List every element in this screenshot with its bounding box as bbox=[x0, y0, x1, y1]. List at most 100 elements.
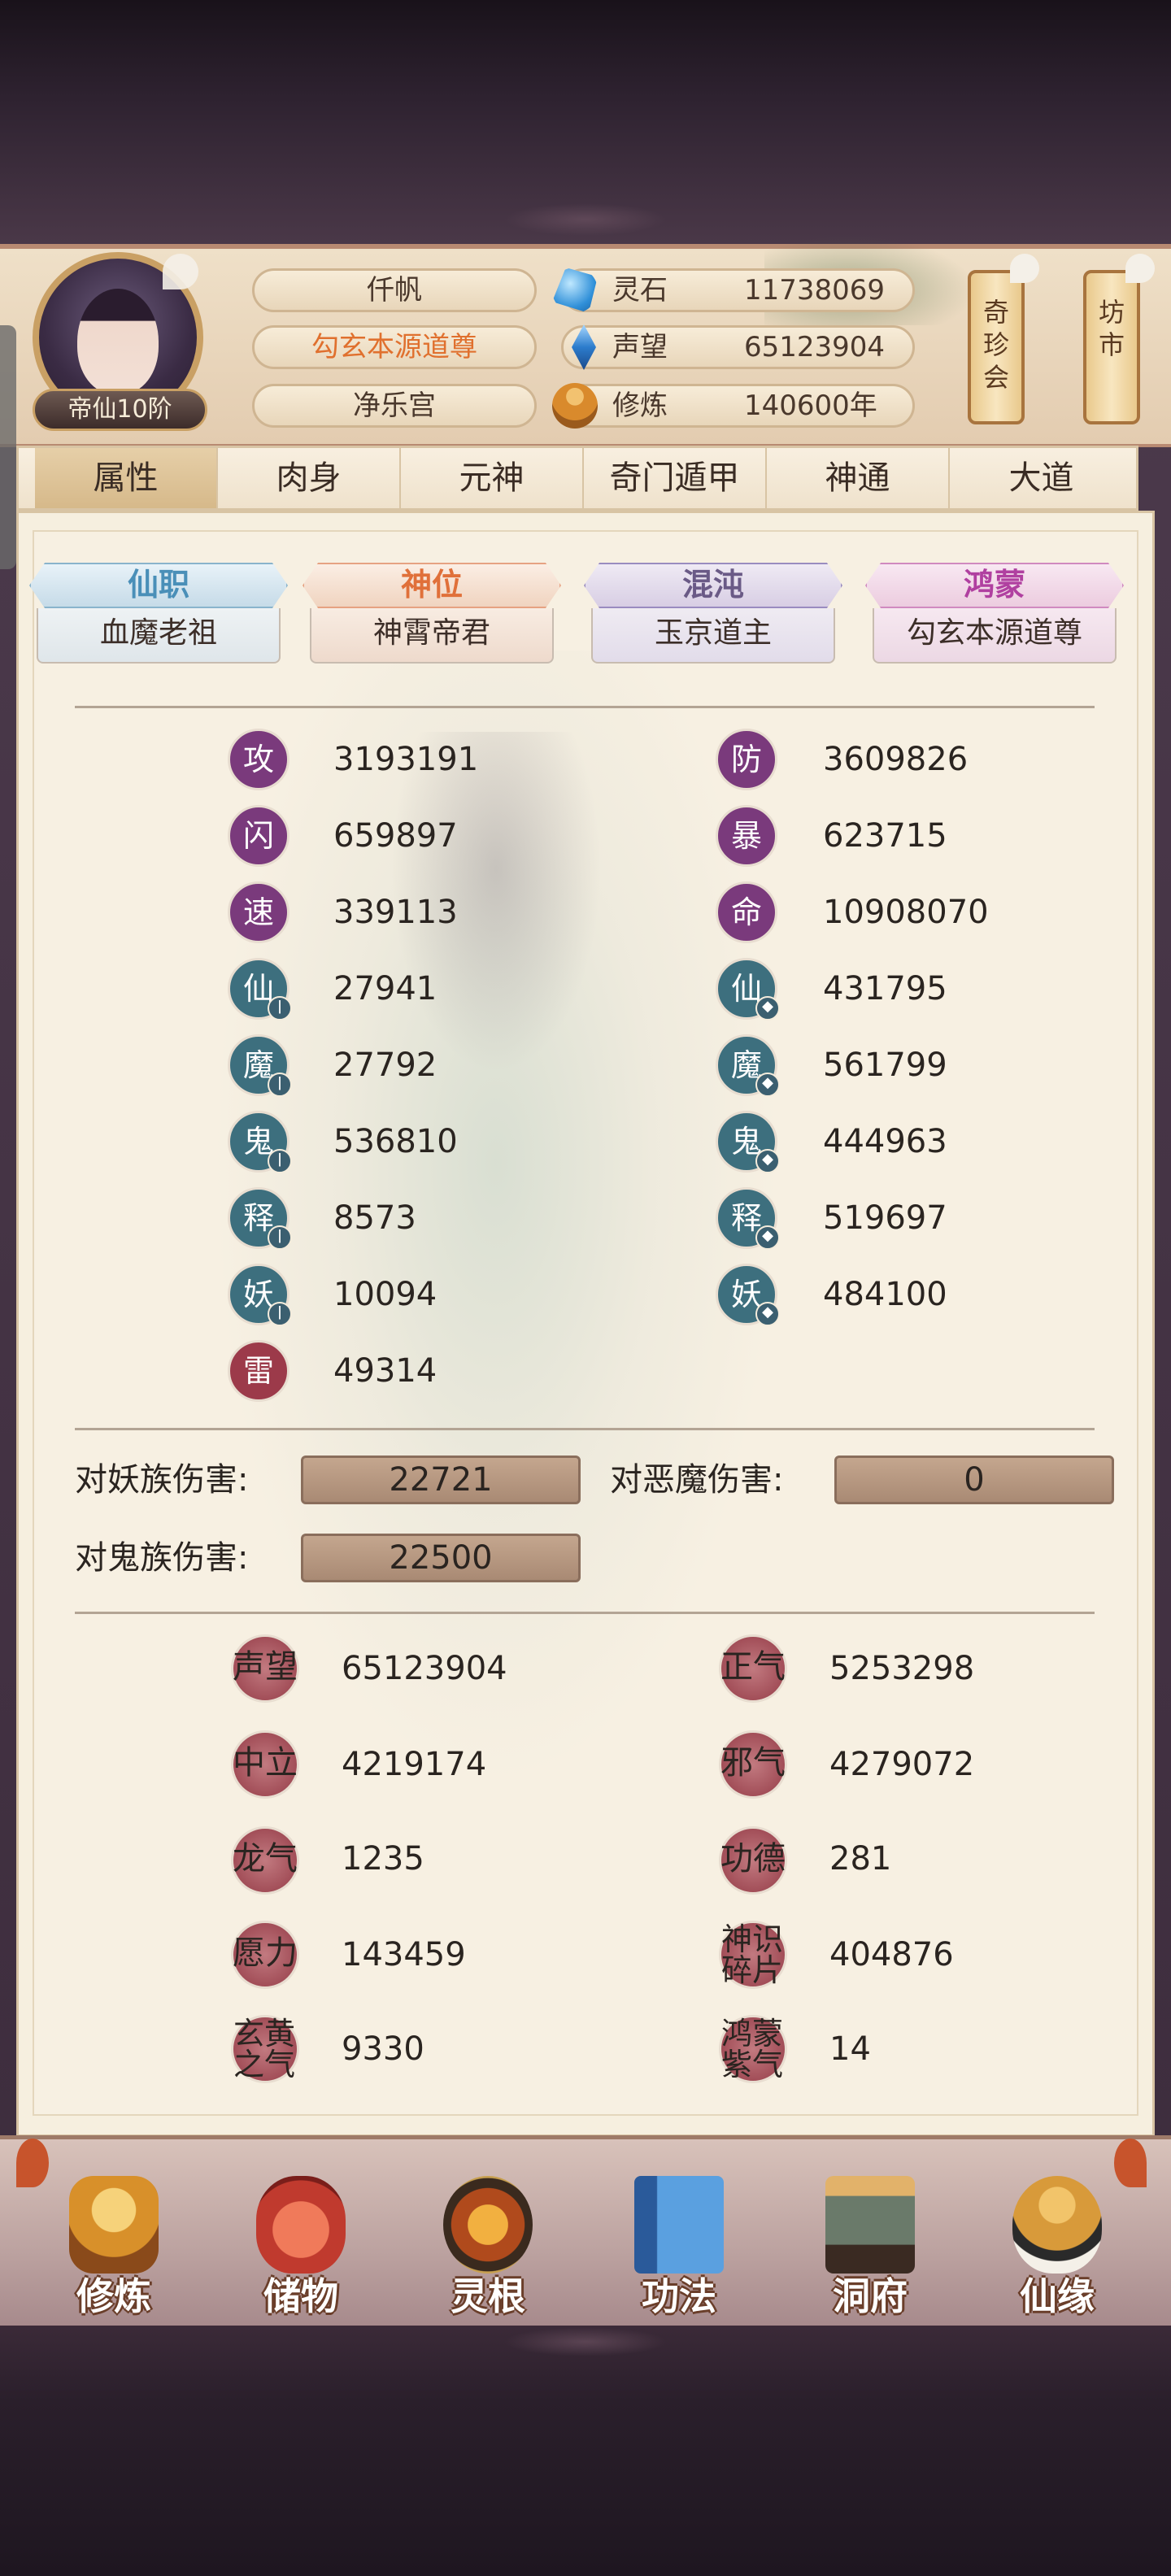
title-value-divine-seat: 神霄帝君 bbox=[310, 608, 554, 664]
cultivate-icon bbox=[69, 2176, 159, 2274]
avatar-portrait bbox=[77, 289, 159, 394]
player-sect: 净乐宫 bbox=[252, 384, 537, 428]
nav-spirit-root-label: 灵根 bbox=[451, 2274, 525, 2318]
prestige-crystal-icon bbox=[572, 324, 596, 370]
evil-qi-stat-label: 邪气 bbox=[720, 1744, 786, 1782]
health-value: 10908070 bbox=[823, 894, 989, 931]
treasure-fair-label: 奇珍会 bbox=[982, 297, 1009, 393]
ghost-defense-value: 444963 bbox=[823, 1123, 947, 1160]
immortal-defense-value: 431795 bbox=[823, 970, 947, 1007]
section-divider bbox=[75, 1612, 1095, 1614]
nav-cave-abode-label: 洞府 bbox=[833, 2274, 908, 2318]
buddha-defense-value: 519697 bbox=[823, 1199, 947, 1237]
damage-value-monster: 22721 bbox=[301, 1456, 581, 1504]
tab-qimen[interactable]: 奇门遁甲 bbox=[584, 448, 767, 508]
nav-cultivate[interactable]: 修炼 bbox=[41, 2176, 187, 2322]
dragon-qi-stat-label: 龙气 bbox=[233, 1840, 298, 1878]
immortal-attack-icon: 仙ǀ bbox=[228, 958, 292, 1020]
hongmeng-purple-qi-stat-label: 鸿蒙紫气 bbox=[720, 2016, 783, 2082]
resource-value: 65123904 bbox=[744, 331, 886, 363]
sword-badge-icon: ǀ bbox=[268, 1073, 292, 1097]
tab-dao[interactable]: 大道 bbox=[950, 448, 1133, 508]
prestige-stat-label: 声望 bbox=[233, 1648, 298, 1686]
section-divider bbox=[75, 706, 1095, 708]
fate-gourd-icon bbox=[1012, 2176, 1102, 2274]
demon-defense-value: 561799 bbox=[823, 1046, 947, 1084]
resource-cultivation: 修炼 140600年 bbox=[552, 383, 915, 429]
wish-power-stat-label: 愿力 bbox=[233, 1934, 298, 1972]
title-value-immortal-post: 血魔老祖 bbox=[37, 608, 281, 664]
tab-spirit[interactable]: 元神 bbox=[401, 448, 584, 508]
top-ornament bbox=[504, 203, 667, 236]
tab-attributes[interactable]: 属性 bbox=[35, 448, 218, 508]
market-label: 坊市 bbox=[1098, 297, 1125, 360]
defense-icon: 防 bbox=[716, 729, 777, 790]
thunder-icon: 雷 bbox=[228, 1340, 289, 1402]
damage-value-ghost: 22500 bbox=[301, 1534, 581, 1582]
market-button[interactable]: 坊市 bbox=[1083, 270, 1140, 424]
monster-defense-value: 484100 bbox=[823, 1276, 947, 1313]
resource-label: 修炼 bbox=[612, 389, 668, 422]
buddha-attack-value: 8573 bbox=[333, 1199, 416, 1237]
treasure-fair-button[interactable]: 奇珍会 bbox=[968, 270, 1025, 424]
technique-book-icon bbox=[634, 2176, 724, 2274]
health-icon: 命 bbox=[716, 881, 777, 943]
demon-attack-value: 27792 bbox=[333, 1046, 437, 1084]
merit-stat-value: 281 bbox=[829, 1840, 892, 1878]
dragon-qi-stat-value: 1235 bbox=[342, 1840, 424, 1878]
nav-cave-abode[interactable]: 洞府 bbox=[797, 2176, 943, 2322]
evil-qi-stat-value: 4279072 bbox=[829, 1746, 975, 1783]
title-value-hongmeng: 勾玄本源道尊 bbox=[873, 608, 1117, 664]
nav-technique[interactable]: 功法 bbox=[606, 2176, 752, 2322]
tab-body[interactable]: 肉身 bbox=[218, 448, 401, 508]
attribute-tab-bar: 属性 肉身 元神 奇门遁甲 神通 大道 bbox=[16, 446, 1138, 511]
tab-powers[interactable]: 神通 bbox=[767, 448, 950, 508]
damage-label-ghost: 对鬼族伤害: bbox=[75, 1539, 249, 1577]
crit-value: 623715 bbox=[823, 817, 947, 855]
resource-spirit-stone: 灵石 11738069 bbox=[552, 268, 915, 313]
rank-badge: 帝仙10阶 bbox=[33, 389, 207, 431]
buddha-attack-icon: 释ǀ bbox=[228, 1187, 292, 1250]
xuanhuang-qi-stat-label: 玄黄之气 bbox=[233, 2016, 295, 2082]
sword-badge-icon: ǀ bbox=[268, 1302, 292, 1326]
neutral-stat-label: 中立 bbox=[233, 1744, 298, 1782]
resource-label: 声望 bbox=[612, 331, 668, 363]
demon-attack-icon: 魔ǀ bbox=[228, 1034, 292, 1097]
divine-sense-shard-stat-label: 神识碎片 bbox=[720, 1921, 783, 1988]
neutral-stat-value: 4219174 bbox=[342, 1746, 487, 1783]
demon-defense-icon: 魔 ◆ bbox=[716, 1034, 780, 1097]
nav-fate-label: 仙缘 bbox=[1020, 2274, 1095, 2318]
speed-value: 339113 bbox=[333, 894, 458, 931]
monster-attack-icon: 妖ǀ bbox=[228, 1264, 292, 1326]
righteous-qi-stat-value: 5253298 bbox=[829, 1650, 975, 1687]
defense-value: 3609826 bbox=[823, 741, 969, 778]
thunder-value: 49314 bbox=[333, 1352, 437, 1390]
nav-technique-label: 功法 bbox=[642, 2274, 716, 2318]
nav-storage[interactable]: 储物 bbox=[228, 2176, 374, 2322]
attack-icon: 攻 bbox=[228, 729, 289, 790]
resource-value: 140600年 bbox=[744, 389, 877, 422]
player-title: 勾玄本源道尊 bbox=[252, 325, 537, 369]
nav-fate[interactable]: 仙缘 bbox=[984, 2176, 1130, 2322]
monster-defense-icon: 妖 ◆ bbox=[716, 1264, 780, 1326]
dodge-value: 659897 bbox=[333, 817, 458, 855]
immortal-attack-value: 27941 bbox=[333, 970, 437, 1007]
butterfly-icon bbox=[1010, 254, 1039, 283]
nav-storage-label: 储物 bbox=[263, 2274, 338, 2318]
resource-prestige: 声望 65123904 bbox=[561, 324, 915, 370]
resource-value: 11738069 bbox=[744, 274, 886, 307]
divine-sense-shard-stat-value: 404876 bbox=[829, 1936, 954, 1973]
shield-badge-icon: ◆ bbox=[755, 1302, 780, 1326]
prestige-stat-value: 65123904 bbox=[342, 1650, 507, 1687]
shield-badge-icon: ◆ bbox=[755, 1073, 780, 1097]
side-handle[interactable] bbox=[0, 325, 16, 569]
sword-badge-icon: ǀ bbox=[268, 1149, 292, 1173]
nav-spirit-root[interactable]: 灵根 bbox=[415, 2176, 561, 2322]
resource-label: 灵石 bbox=[612, 274, 668, 307]
attack-value: 3193191 bbox=[333, 741, 479, 778]
shield-badge-icon: ◆ bbox=[755, 1149, 780, 1173]
cave-abode-icon bbox=[825, 2176, 915, 2274]
title-header-divine-seat: 神位 bbox=[303, 563, 561, 608]
damage-value-demon: 0 bbox=[834, 1456, 1114, 1504]
nav-cultivate-label: 修炼 bbox=[76, 2274, 151, 2318]
